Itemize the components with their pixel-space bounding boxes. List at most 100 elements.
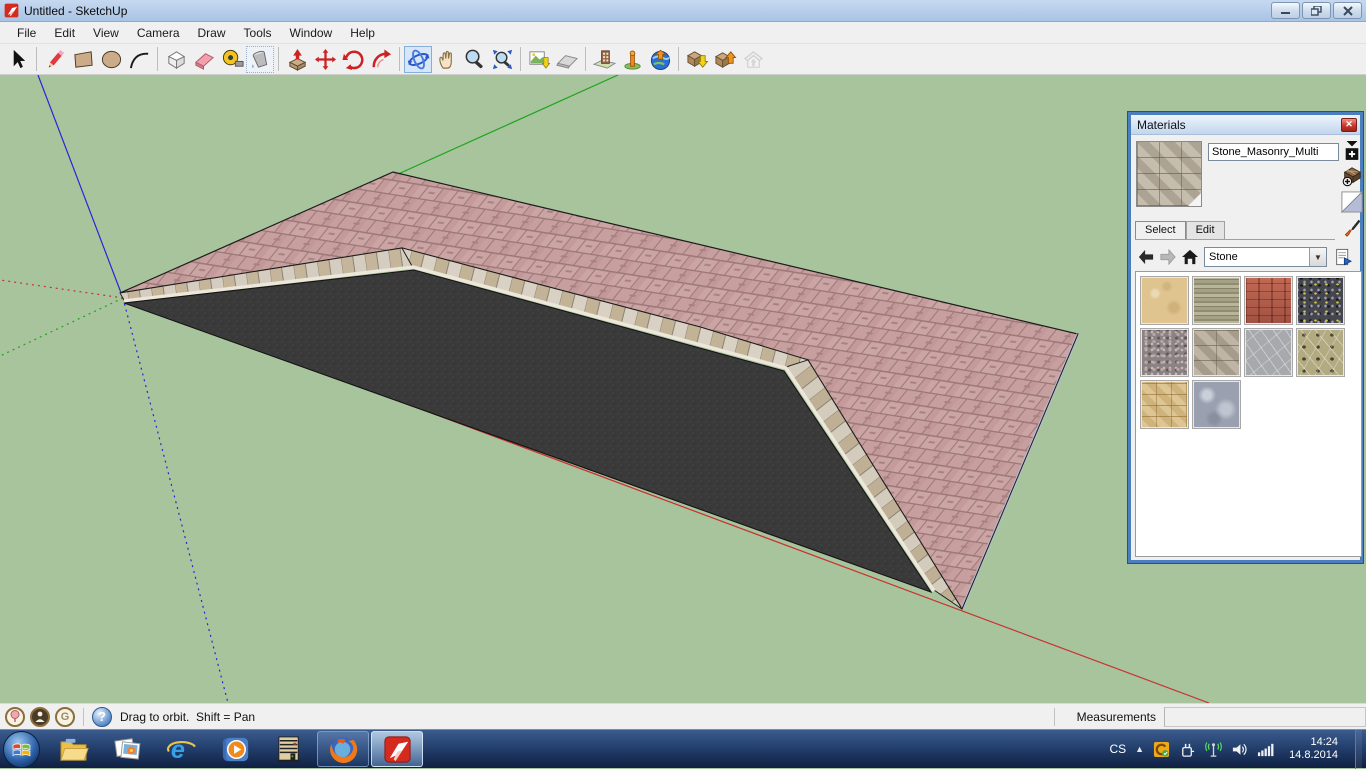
taskbar-building-app[interactable]: [263, 731, 315, 767]
material-swatch-marble-blue-gray[interactable]: [1192, 380, 1241, 429]
building-maker-tool[interactable]: [618, 46, 646, 73]
create-material-button[interactable]: [1341, 165, 1363, 187]
add-location-tool[interactable]: [525, 46, 553, 73]
rotate-icon: [342, 48, 365, 71]
rectangle-tool[interactable]: [69, 46, 97, 73]
google-earth-tool[interactable]: [646, 46, 674, 73]
wireless-network-tray-icon[interactable]: [1205, 741, 1222, 758]
volume-tray-icon[interactable]: [1231, 741, 1248, 758]
toggle-terrain-tool[interactable]: [553, 46, 581, 73]
material-swatch-flagstone-olive[interactable]: [1296, 328, 1345, 377]
menu-file[interactable]: File: [8, 24, 45, 42]
material-swatch-granite-dark-speckled[interactable]: [1296, 276, 1345, 325]
make-component-tool[interactable]: [162, 46, 190, 73]
pencil-icon: [44, 48, 67, 71]
circle-tool[interactable]: [97, 46, 125, 73]
power-plug-tray-icon[interactable]: [1179, 741, 1196, 758]
material-name-input[interactable]: [1208, 143, 1339, 161]
push-pull-tool[interactable]: [283, 46, 311, 73]
svg-text:e: e: [170, 736, 184, 764]
close-icon: [1343, 6, 1353, 16]
share-model-tool[interactable]: [711, 46, 739, 73]
geolocation-status-icon[interactable]: [5, 707, 25, 727]
menu-window[interactable]: Window: [281, 24, 342, 42]
close-button[interactable]: [1333, 2, 1362, 19]
rotate-tool[interactable]: [339, 46, 367, 73]
menu-camera[interactable]: Camera: [128, 24, 189, 42]
share-model-icon: [714, 48, 737, 71]
eraser-icon: [193, 48, 216, 71]
forward-arrow-button[interactable]: [1157, 247, 1179, 267]
menu-help[interactable]: Help: [341, 24, 384, 42]
get-models-icon: [686, 48, 709, 71]
hidden-icons-arrow[interactable]: ▲: [1135, 744, 1144, 754]
menu-edit[interactable]: Edit: [45, 24, 84, 42]
help-icon[interactable]: ?: [92, 707, 112, 727]
signal-bars-tray-icon[interactable]: [1257, 741, 1274, 758]
language-indicator[interactable]: CS: [1109, 742, 1126, 756]
dropdown-arrow-button[interactable]: ▼: [1309, 248, 1326, 266]
offset-tool[interactable]: [367, 46, 395, 73]
zoom-extents-tool[interactable]: [488, 46, 516, 73]
taskbar-sketchup[interactable]: [371, 731, 423, 767]
menu-draw[interactable]: Draw: [189, 24, 235, 42]
ramp-model[interactable]: [120, 172, 1078, 609]
minimize-icon: [1281, 6, 1291, 15]
taskbar-photo-viewer[interactable]: [101, 731, 153, 767]
tape-measure-tool[interactable]: [218, 46, 246, 73]
materials-panel-title: Materials: [1137, 118, 1341, 132]
restore-button[interactable]: [1302, 2, 1331, 19]
share-component-tool[interactable]: [739, 46, 767, 73]
minimize-button[interactable]: [1271, 2, 1300, 19]
orbit-tool[interactable]: [404, 46, 432, 73]
antivirus-tray-icon[interactable]: [1153, 741, 1170, 758]
tab-edit[interactable]: Edit: [1186, 221, 1225, 239]
select-arrow-icon: [7, 48, 30, 71]
arc-tool[interactable]: [125, 46, 153, 73]
taskbar-firefox[interactable]: [317, 731, 369, 767]
line-tool[interactable]: [41, 46, 69, 73]
measurements-divider: [1054, 708, 1055, 726]
pan-tool[interactable]: [432, 46, 460, 73]
secondary-pane-button[interactable]: [1341, 139, 1363, 161]
tray-clock[interactable]: 14:24 14.8.2014: [1289, 736, 1338, 762]
material-swatch-stone-red-rough[interactable]: [1244, 276, 1293, 325]
details-button[interactable]: [1332, 247, 1354, 267]
taskbar-explorer[interactable]: [47, 731, 99, 767]
circle-icon: [100, 48, 123, 71]
default-material-button[interactable]: [1341, 191, 1363, 213]
menu-tools[interactable]: Tools: [235, 24, 281, 42]
menu-view[interactable]: View: [84, 24, 128, 42]
taskbar: e CS ▲ 14:24 14.8.2014: [0, 729, 1366, 768]
share-component-icon: [742, 48, 765, 71]
google-credit-icon[interactable]: G: [55, 707, 75, 727]
home-button[interactable]: [1179, 247, 1201, 267]
collection-dropdown[interactable]: Stone ▼: [1204, 247, 1327, 267]
material-swatch-stone-masonry-multi[interactable]: [1192, 328, 1241, 377]
photo-textures-tool[interactable]: [590, 46, 618, 73]
measurements-box[interactable]: [1164, 707, 1366, 727]
materials-close-button[interactable]: ✕: [1341, 118, 1357, 132]
select-tool[interactable]: [4, 46, 32, 73]
material-swatch-granite-gray-pink[interactable]: [1140, 328, 1189, 377]
material-swatch-ashlar-tan[interactable]: [1140, 380, 1189, 429]
material-swatch-flagstone-gray[interactable]: [1244, 328, 1293, 377]
orbit-icon: [407, 48, 430, 71]
tab-select[interactable]: Select: [1135, 221, 1186, 239]
move-tool[interactable]: [311, 46, 339, 73]
taskbar-internet-explorer[interactable]: e: [155, 731, 207, 767]
material-swatch-stacked-slate-green[interactable]: [1192, 276, 1241, 325]
taskbar-media-player[interactable]: [209, 731, 261, 767]
create-material-icon: [1341, 165, 1363, 187]
paint-bucket-tool[interactable]: [246, 46, 274, 73]
get-models-tool[interactable]: [683, 46, 711, 73]
claim-credit-icon[interactable]: [30, 707, 50, 727]
start-button[interactable]: [3, 731, 40, 768]
sample-paint-button[interactable]: [1341, 217, 1363, 239]
material-swatch-sandstone-yellow[interactable]: [1140, 276, 1189, 325]
zoom-tool[interactable]: [460, 46, 488, 73]
eraser-tool[interactable]: [190, 46, 218, 73]
show-desktop-button[interactable]: [1355, 730, 1362, 769]
materials-panel-titlebar[interactable]: Materials ✕: [1131, 115, 1360, 135]
back-arrow-button[interactable]: [1135, 247, 1157, 267]
